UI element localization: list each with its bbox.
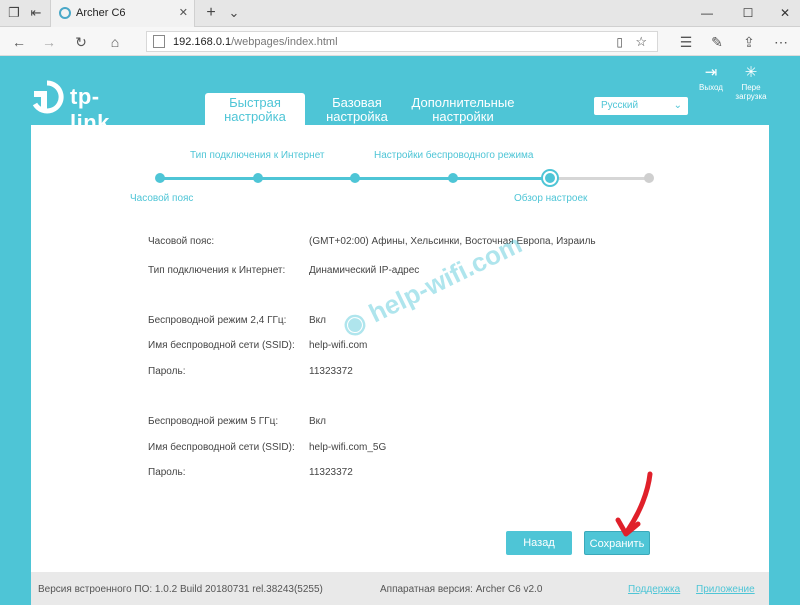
reboot-button[interactable]: ✳ Пере загрузка (734, 64, 768, 101)
row-value: Вкл (309, 315, 326, 326)
tab-list-chevron-icon[interactable]: ⌄ (226, 5, 242, 21)
browser-tab-bar: ❐ ⇤ Archer C6 ✕ + ⌄ — ☐ ✕ (0, 0, 800, 27)
browser-nav-bar: ← → ↻ ⌂ 192.168.0.1/webpages/index.html … (0, 27, 800, 56)
row-value: 11323372 (309, 366, 353, 377)
share-icon[interactable]: ⇪ (740, 33, 758, 51)
row-value: Динамический IP-адрес (309, 265, 420, 276)
row-label: Пароль: (148, 467, 186, 478)
maximize-icon[interactable]: ☐ (738, 4, 758, 22)
back-button[interactable]: Назад (506, 531, 572, 555)
row-value: (GMT+02:00) Афины, Хельсинки, Восточная … (309, 236, 596, 247)
tp-link-logo-icon (32, 80, 64, 114)
row-label: Имя беспроводной сети (SSID): (148, 442, 295, 453)
row-label: Тип подключения к Интернет: (148, 265, 286, 276)
reboot-icon: ✳ (744, 64, 758, 81)
minimize-icon[interactable]: — (697, 4, 717, 22)
app-link[interactable]: Приложение (696, 584, 755, 595)
row-label: Беспроводной режим 5 ГГц: (148, 416, 279, 427)
page-icon (153, 35, 165, 48)
tab-back-icon[interactable]: ⇤ (28, 5, 44, 21)
step-internet-label: Тип подключения к Интернет (190, 150, 325, 161)
tab-manager-icon[interactable]: ❐ (6, 5, 22, 21)
chevron-down-icon: ⌄ (673, 100, 682, 111)
tab-basic[interactable]: Базовая настройка (316, 93, 398, 127)
row-value: 11323372 (309, 467, 353, 478)
step-summary-label: Обзор настроек (514, 193, 588, 204)
tab-close-icon[interactable]: ✕ (179, 6, 188, 19)
browser-tab[interactable]: Archer C6 ✕ (50, 0, 195, 27)
firmware-version: Версия встроенного ПО: 1.0.2 Build 20180… (38, 584, 323, 595)
row-label: Беспроводной режим 2,4 ГГц: (148, 315, 287, 326)
row-value: help-wifi.com (309, 340, 368, 351)
tab-favicon-icon (59, 7, 71, 19)
step-dot-timezone (155, 173, 165, 183)
home-icon[interactable]: ⌂ (106, 33, 124, 51)
step-dot-summary (543, 171, 557, 185)
pen-icon[interactable]: ✎ (708, 33, 726, 51)
step-dot-internet (253, 173, 263, 183)
hardware-version: Аппаратная версия: Archer C6 v2.0 (380, 584, 543, 595)
favorite-star-icon[interactable]: ☆ (635, 34, 647, 50)
annotation-arrow-icon (615, 471, 653, 537)
row-value: Вкл (309, 416, 326, 427)
row-label: Часовой пояс: (148, 236, 215, 247)
step-dot-finish (644, 173, 654, 183)
address-url: 192.168.0.1/webpages/index.html (173, 36, 338, 48)
favorites-hub-icon[interactable]: ☰ (677, 33, 695, 51)
tab-quick-setup[interactable]: Быстрая настройка (205, 93, 305, 127)
window-close-icon[interactable]: ✕ (775, 4, 795, 22)
row-value: help-wifi.com_5G (309, 442, 387, 453)
row-label: Имя беспроводной сети (SSID): (148, 340, 295, 351)
forward-arrow-icon[interactable]: → (40, 33, 58, 51)
step-timezone-label: Часовой пояс (130, 193, 194, 204)
logout-button[interactable]: ⇥ Выход (694, 64, 728, 92)
logout-icon: ⇥ (704, 64, 718, 81)
step-wireless-label: Настройки беспроводного режима (374, 150, 534, 161)
tab-advanced[interactable]: Дополнительные настройки (404, 93, 522, 127)
language-select[interactable]: Русский ⌄ (594, 97, 688, 115)
support-link[interactable]: Поддержка (628, 584, 680, 595)
reading-view-icon[interactable]: ▯ (616, 35, 623, 49)
tab-title: Archer C6 (76, 7, 126, 19)
new-tab-icon[interactable]: + (203, 5, 219, 21)
step-dot-region (350, 173, 360, 183)
row-label: Пароль: (148, 366, 186, 377)
more-icon[interactable]: ⋯ (772, 33, 790, 51)
back-arrow-icon[interactable]: ← (10, 33, 28, 51)
step-dot-wireless (448, 173, 458, 183)
refresh-icon[interactable]: ↻ (72, 33, 90, 51)
address-bar[interactable]: 192.168.0.1/webpages/index.html ▯ ☆ (146, 31, 658, 52)
